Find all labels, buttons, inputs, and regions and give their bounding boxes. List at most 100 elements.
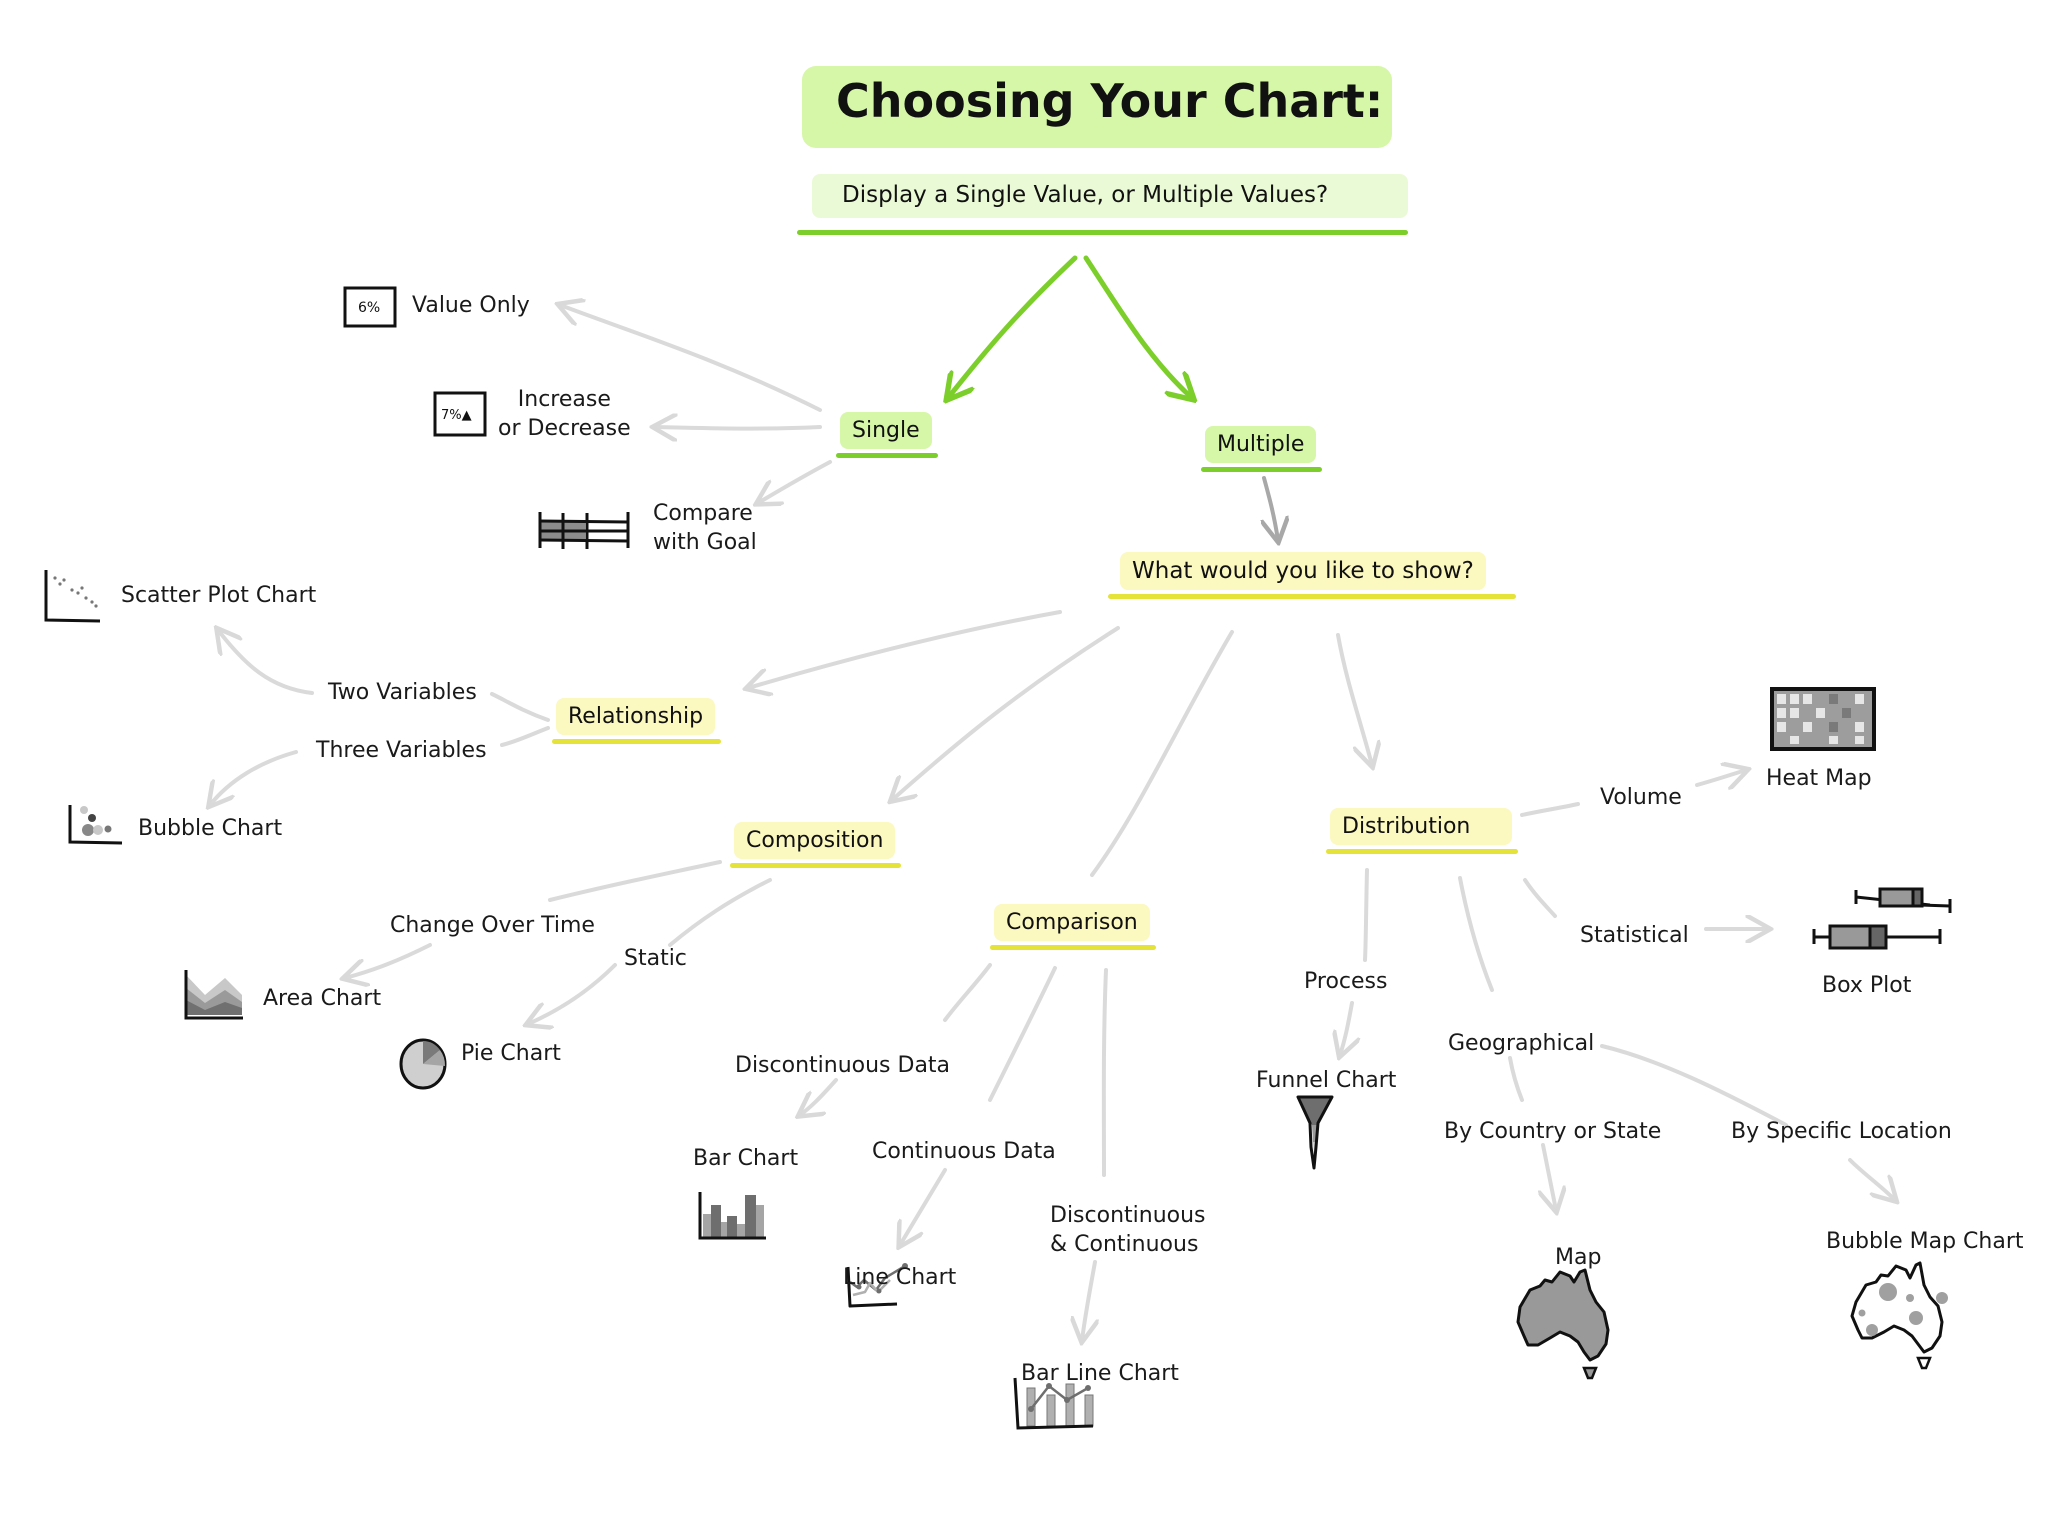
choropleth-map-icon bbox=[1516, 1268, 1610, 1380]
svg-text:6%: 6% bbox=[358, 300, 380, 316]
chart-bar-line[interactable]: Bar Line Chart bbox=[1021, 1360, 1179, 1389]
line-distribution-volume bbox=[1520, 802, 1580, 817]
condition-process: Process bbox=[1304, 969, 1388, 994]
condition-two-variables: Two Variables bbox=[328, 680, 477, 705]
condition-by-country: By Country or State bbox=[1444, 1119, 1662, 1144]
arrow-to-single bbox=[948, 255, 1078, 398]
chart-box-plot[interactable]: Box Plot bbox=[1822, 972, 1911, 1001]
node-comparison-underline bbox=[990, 945, 1156, 950]
line-comparison-both bbox=[1101, 968, 1108, 1177]
node-composition[interactable]: Composition bbox=[730, 822, 902, 868]
outcome-increase-decrease[interactable]: Increase or Decrease bbox=[498, 386, 631, 443]
line-distribution-geographical bbox=[1458, 876, 1494, 992]
arrow-multiple-to-question bbox=[1264, 476, 1278, 540]
page-title: Choosing Your Chart: bbox=[836, 74, 1384, 128]
line-comparison-continuous bbox=[988, 966, 1057, 1102]
chart-heat-map[interactable]: Heat Map bbox=[1766, 765, 1872, 794]
connectors bbox=[210, 305, 1895, 1340]
area-chart-icon bbox=[184, 970, 243, 1020]
line-comparison-discontinuous bbox=[943, 963, 992, 1022]
connectors-top bbox=[948, 255, 1278, 540]
arrow-to-distribution bbox=[1336, 633, 1372, 765]
funnel-chart-icon bbox=[1296, 1095, 1334, 1170]
node-relationship-underline bbox=[552, 739, 722, 744]
node-relationship-label: Relationship bbox=[568, 704, 704, 729]
node-single-label: Single bbox=[852, 418, 920, 443]
node-multiple-label: Multiple bbox=[1217, 432, 1305, 457]
value-box-icon: 6% bbox=[343, 286, 397, 328]
heat-map-icon bbox=[1770, 687, 1876, 751]
what-to-show-label: What would you like to show? bbox=[1132, 558, 1474, 584]
pie-chart-icon bbox=[399, 1038, 447, 1090]
arrow-single-increase bbox=[655, 427, 822, 429]
box-plot-icon bbox=[1812, 887, 1952, 950]
condition-volume: Volume bbox=[1600, 785, 1682, 810]
chart-bubble-map[interactable]: Bubble Map Chart bbox=[1826, 1228, 2023, 1257]
node-comparison[interactable]: Comparison bbox=[990, 904, 1156, 950]
line-relationship-two bbox=[490, 692, 550, 722]
line-composition-change bbox=[548, 860, 722, 902]
arrow-both-barline bbox=[1082, 1260, 1095, 1340]
bubble-chart-icon bbox=[68, 805, 123, 845]
bubble-map-icon bbox=[1850, 1261, 1948, 1370]
chart-line[interactable]: Line Chart bbox=[843, 1264, 956, 1293]
node-relationship[interactable]: Relationship bbox=[552, 698, 722, 744]
chart-scatter-plot[interactable]: Scatter Plot Chart bbox=[121, 582, 316, 611]
node-multiple[interactable]: Multiple bbox=[1201, 426, 1323, 472]
arrow-three-bubble bbox=[210, 750, 298, 805]
node-distribution[interactable]: Distribution bbox=[1326, 808, 1519, 854]
value-change-box-icon: 7%▲ bbox=[433, 391, 487, 437]
arrow-change-area bbox=[345, 943, 432, 978]
condition-continuous: Continuous Data bbox=[872, 1139, 1056, 1164]
condition-by-location: By Specific Location bbox=[1731, 1119, 1952, 1144]
arrow-two-scatter bbox=[218, 630, 314, 695]
condition-geographical: Geographical bbox=[1448, 1031, 1595, 1056]
bar-chart-icon bbox=[698, 1192, 766, 1240]
arrow-to-composition bbox=[892, 626, 1120, 800]
arrow-volume-heatmap bbox=[1695, 770, 1746, 785]
line-relationship-three bbox=[500, 726, 550, 747]
arrow-process-funnel bbox=[1340, 1001, 1352, 1055]
line-geo-country bbox=[1508, 1056, 1524, 1102]
condition-discontinuous-continuous: Discontinuous & Continuous bbox=[1050, 1203, 1206, 1257]
outcome-compare-goal[interactable]: Compare with Goal bbox=[653, 500, 757, 557]
node-single-underline bbox=[836, 453, 938, 458]
line-composition-static bbox=[668, 878, 772, 947]
condition-statistical: Statistical bbox=[1580, 923, 1689, 948]
arrow-static-pie bbox=[528, 963, 617, 1024]
node-single[interactable]: Single bbox=[836, 412, 938, 458]
node-what-to-show[interactable]: What would you like to show? bbox=[1108, 552, 1516, 599]
chart-area[interactable]: Area Chart bbox=[263, 985, 381, 1014]
arrow-continuous-line bbox=[900, 1168, 947, 1245]
node-distribution-label: Distribution bbox=[1342, 814, 1471, 839]
arrow-to-multiple bbox=[1083, 255, 1192, 398]
line-distribution-process bbox=[1363, 868, 1369, 962]
chart-bubble[interactable]: Bubble Chart bbox=[138, 815, 282, 844]
arrow-to-relationship bbox=[748, 610, 1062, 688]
node-distribution-underline bbox=[1326, 849, 1519, 854]
condition-static: Static bbox=[624, 946, 687, 971]
chart-map[interactable]: Map bbox=[1555, 1244, 1601, 1273]
progress-bar-icon bbox=[538, 512, 630, 549]
chart-funnel[interactable]: Funnel Chart bbox=[1256, 1067, 1396, 1096]
arrow-discontinuous-bar bbox=[800, 1078, 838, 1115]
scatter-plot-icon bbox=[44, 570, 101, 623]
chart-bar[interactable]: Bar Chart bbox=[693, 1145, 798, 1174]
root-question-underline bbox=[797, 230, 1408, 235]
line-distribution-statistical bbox=[1523, 878, 1557, 918]
node-multiple-underline bbox=[1201, 467, 1323, 472]
line-to-comparison bbox=[1090, 630, 1234, 877]
condition-three-variables: Three Variables bbox=[316, 738, 487, 763]
condition-change-over-time: Change Over Time bbox=[390, 913, 595, 938]
root-question: Display a Single Value, or Multiple Valu… bbox=[842, 182, 1329, 208]
condition-discontinuous: Discontinuous Data bbox=[735, 1053, 951, 1078]
arrow-single-goal bbox=[758, 460, 832, 503]
outcome-value-only[interactable]: Value Only bbox=[412, 292, 530, 321]
node-composition-label: Composition bbox=[746, 828, 884, 853]
node-comparison-label: Comparison bbox=[1006, 910, 1138, 935]
node-composition-underline bbox=[730, 863, 902, 868]
what-to-show-underline bbox=[1108, 594, 1516, 599]
svg-text:7%▲: 7%▲ bbox=[441, 408, 472, 423]
chart-pie[interactable]: Pie Chart bbox=[461, 1040, 561, 1069]
arrow-location-bubblemap bbox=[1848, 1158, 1895, 1200]
